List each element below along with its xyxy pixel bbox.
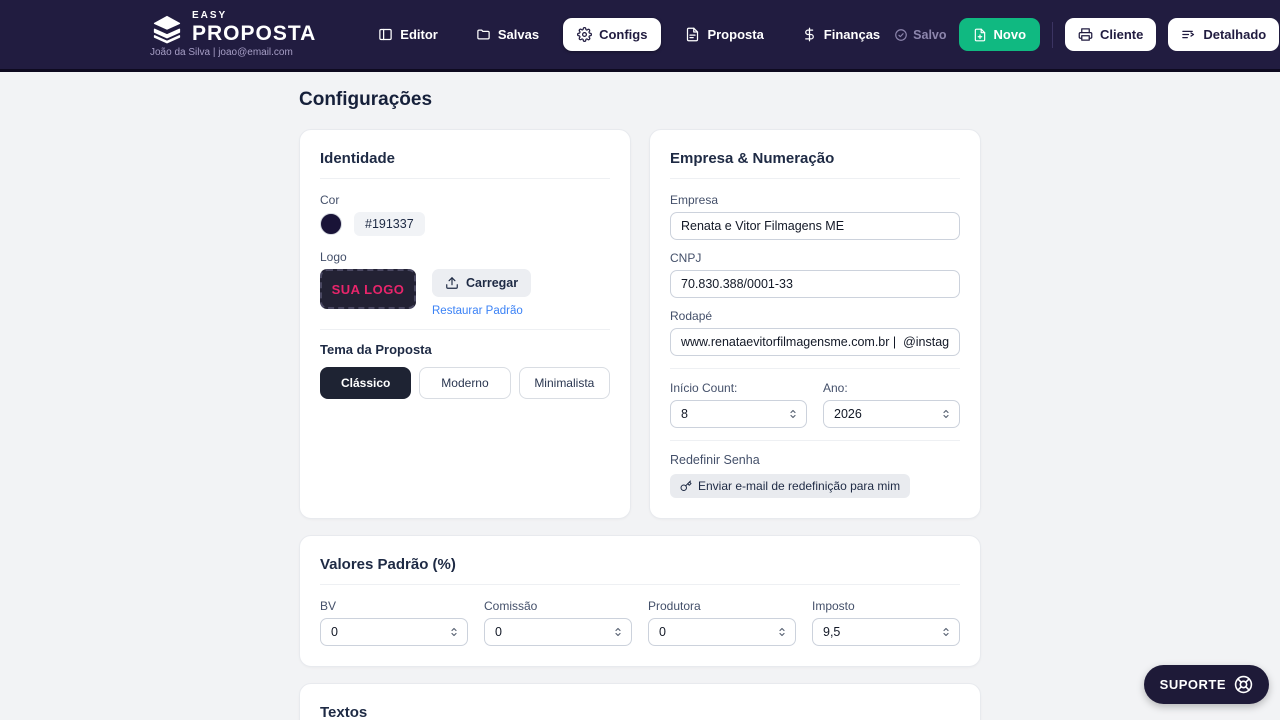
nav-item-salvas[interactable]: Salvas xyxy=(462,18,553,51)
folder-icon xyxy=(476,27,491,42)
file-plus-icon xyxy=(973,28,987,42)
stepper-up-down-icon[interactable] xyxy=(940,625,952,639)
count-start-label: Início Count: xyxy=(670,381,807,395)
nav-item-financas[interactable]: Finanças xyxy=(788,18,894,51)
stepper-up-down-icon[interactable] xyxy=(776,625,788,639)
color-label: Cor xyxy=(320,193,610,207)
cnpj-input[interactable] xyxy=(670,270,960,298)
life-buoy-icon xyxy=(1234,675,1253,694)
stepper-up-down-icon[interactable] xyxy=(787,407,799,421)
gear-icon xyxy=(577,27,592,42)
print-detailed-button[interactable]: Detalhado xyxy=(1168,18,1279,51)
nav-item-proposta[interactable]: Proposta xyxy=(671,18,777,51)
bv-label: BV xyxy=(320,599,468,613)
cnpj-label: CNPJ xyxy=(670,251,960,265)
restore-default-link[interactable]: Restaurar Padrão xyxy=(432,305,531,317)
panel-left-icon xyxy=(378,27,393,42)
texts-card-title: Textos xyxy=(320,704,960,720)
color-swatch[interactable] xyxy=(320,213,342,235)
logo-label: Logo xyxy=(320,250,610,264)
company-card-title: Empresa & Numeração xyxy=(670,150,960,179)
imposto-input[interactable] xyxy=(812,618,960,646)
new-proposal-button[interactable]: Novo xyxy=(959,18,1041,51)
footer-label: Rodapé xyxy=(670,309,960,323)
footer-input[interactable] xyxy=(670,328,960,356)
brand-name-bottom: PROPOSTA xyxy=(192,23,316,44)
check-circle-icon xyxy=(894,28,908,42)
stepper-up-down-icon[interactable] xyxy=(448,625,460,639)
theme-label: Tema da Proposta xyxy=(320,342,610,357)
company-name-input[interactable] xyxy=(670,212,960,240)
printer-icon xyxy=(1078,27,1093,42)
user-info: João da Silva | joao@email.com xyxy=(150,47,316,58)
document-icon xyxy=(685,27,700,42)
logo-placeholder-text: SUA LOGO xyxy=(332,282,405,297)
comissao-label: Comissão xyxy=(484,599,632,613)
layers-logo-icon xyxy=(150,14,184,44)
default-values-title: Valores Padrão (%) xyxy=(320,556,960,585)
comissao-input[interactable] xyxy=(484,618,632,646)
top-navbar: EASY PROPOSTA João da Silva | joao@email… xyxy=(0,0,1280,72)
brand-name-top: EASY xyxy=(192,11,316,21)
save-status: Salvo xyxy=(894,28,946,42)
brand: EASY PROPOSTA João da Silva | joao@email… xyxy=(150,11,316,58)
nav-items: Editor Salvas Configs Proposta Finanças xyxy=(364,18,894,51)
logo-preview[interactable]: SUA LOGO xyxy=(320,269,416,309)
key-icon xyxy=(680,480,692,492)
reset-password-label: Redefinir Senha xyxy=(670,453,960,467)
print-client-button[interactable]: Cliente xyxy=(1065,18,1156,51)
stepper-up-down-icon[interactable] xyxy=(612,625,624,639)
support-button[interactable]: SUPORTE xyxy=(1144,665,1269,704)
theme-button-classico[interactable]: Clássico xyxy=(320,367,411,399)
dollar-icon xyxy=(802,27,817,42)
main-content: Configurações Identidade Cor #191337 Log… xyxy=(299,72,981,720)
identity-card-title: Identidade xyxy=(320,150,610,179)
texts-card: Textos Intro xyxy=(299,683,981,720)
page-title: Configurações xyxy=(299,89,981,111)
theme-button-moderno[interactable]: Moderno xyxy=(419,367,510,399)
reset-password-button[interactable]: Enviar e-mail de redefinição para mim xyxy=(670,474,910,498)
stepper-up-down-icon[interactable] xyxy=(940,407,952,421)
nav-item-editor[interactable]: Editor xyxy=(364,18,452,51)
imposto-label: Imposto xyxy=(812,599,960,613)
year-label: Ano: xyxy=(823,381,960,395)
theme-button-minimalista[interactable]: Minimalista xyxy=(519,367,610,399)
list-arrow-icon xyxy=(1181,27,1196,42)
bv-input[interactable] xyxy=(320,618,468,646)
produtora-label: Produtora xyxy=(648,599,796,613)
identity-card: Identidade Cor #191337 Logo SUA LOGO Car… xyxy=(299,129,631,519)
company-card: Empresa & Numeração Empresa CNPJ Rodapé … xyxy=(649,129,981,519)
navbar-divider xyxy=(1052,22,1053,48)
color-hex-value[interactable]: #191337 xyxy=(354,212,425,236)
produtora-input[interactable] xyxy=(648,618,796,646)
company-name-label: Empresa xyxy=(670,193,960,207)
upload-logo-button[interactable]: Carregar xyxy=(432,269,531,297)
nav-item-configs[interactable]: Configs xyxy=(563,18,661,51)
default-values-card: Valores Padrão (%) BV Comissão xyxy=(299,535,981,667)
navbar-right: Salvo Novo Cliente Detalhado xyxy=(894,18,1280,51)
upload-icon xyxy=(445,276,459,290)
